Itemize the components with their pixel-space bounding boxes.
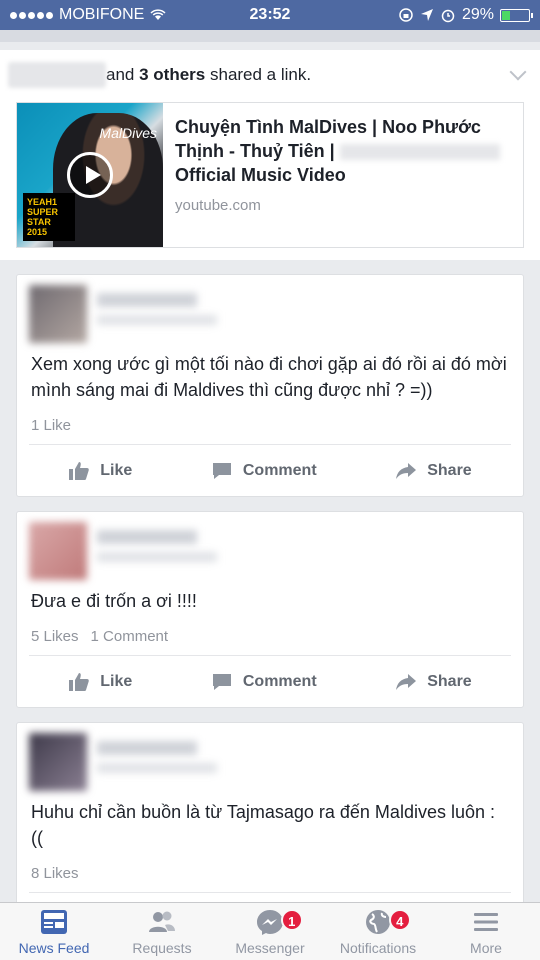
comment-header (17, 512, 523, 584)
tab-bar: News Feed Requests Messenger 1 Notificat… (0, 902, 540, 960)
share-label: Share (427, 461, 472, 479)
comment-button[interactable]: Comment (211, 672, 317, 692)
link-info: Chuyện Tình MalDives | Noo Phước Thịnh -… (163, 103, 523, 247)
rotation-lock-icon (399, 8, 413, 22)
comment-stats: 5 Likes 1 Comment (17, 622, 523, 655)
share-button[interactable]: Share (395, 461, 472, 481)
tab-messenger[interactable]: Messenger 1 (216, 903, 324, 960)
tab-label: Requests (132, 940, 192, 956)
comment-meta (97, 285, 217, 337)
avatar[interactable] (29, 522, 87, 580)
action-bar: Like Comment Share (29, 655, 511, 707)
thumbs-up-icon (69, 461, 90, 480)
like-button[interactable]: Like (68, 461, 132, 481)
like-label: Like (100, 461, 133, 479)
thumbs-up-icon (69, 672, 90, 691)
news-feed-icon (41, 910, 67, 934)
share-icon (396, 462, 417, 479)
battery-icon (500, 8, 533, 22)
link-preview[interactable]: MalDives YEAH1 SUPER STAR 2015 Chuyện Tì… (16, 102, 524, 248)
tab-news-feed[interactable]: News Feed (0, 903, 108, 960)
comment-text: Xem xong ước gì một tối nào đi chơi gặp … (31, 354, 507, 400)
video-thumbnail[interactable]: MalDives YEAH1 SUPER STAR 2015 (17, 103, 163, 247)
tab-label: Notifications (339, 940, 417, 956)
tab-requests[interactable]: Requests (108, 903, 216, 960)
blurred-text (339, 144, 500, 161)
link-title[interactable]: Chuyện Tình MalDives | Noo Phước Thịnh -… (175, 115, 513, 187)
status-left: MOBIFONE (10, 6, 166, 24)
tab-more[interactable]: More (432, 903, 540, 960)
like-count[interactable]: 8 Likes (31, 865, 79, 882)
like-count[interactable]: 1 Like (31, 417, 71, 434)
comment-count[interactable]: 1 Comment (91, 628, 169, 645)
story-suffix: shared a link. (209, 65, 312, 84)
action-bar: Like Comment Share (29, 892, 511, 902)
story-prefix: and (106, 65, 135, 84)
news-feed[interactable]: and 3 others shared a link. MalDives YEA… (0, 42, 540, 902)
tab-label: More (470, 940, 502, 956)
status-right: 29% (398, 6, 533, 24)
comment-meta (97, 733, 217, 785)
signal-icon (10, 11, 53, 19)
action-bar: Like Comment Share (29, 444, 511, 496)
carrier-name: MOBIFONE (59, 6, 145, 23)
comment-meta (97, 522, 217, 574)
shared-story: and 3 others shared a link. MalDives YEA… (0, 50, 540, 260)
wifi-icon (150, 9, 166, 20)
tab-notifications[interactable]: Notifications 4 (324, 903, 432, 960)
link-title-line2: Thịnh - Thuỷ Tiên | (175, 141, 335, 161)
share-icon (396, 673, 417, 690)
messenger-badge: 1 (280, 909, 303, 931)
location-icon (420, 9, 433, 21)
sharer-name[interactable] (8, 62, 106, 88)
comment-text: Huhu chỉ cần buồn là từ Tajmasago ra đến… (31, 802, 495, 848)
comment-label: Comment (242, 461, 317, 479)
others-link[interactable]: 3 others (139, 65, 205, 85)
play-icon[interactable] (67, 152, 113, 198)
thumbnail-title: MalDives (99, 125, 157, 141)
comment-stats: 8 Likes (17, 859, 523, 892)
comment-text: Đưa e đi trốn a ơi !!!! (31, 591, 197, 611)
thumbnail-badge: YEAH1 SUPER STAR 2015 (23, 193, 75, 241)
link-domain: youtube.com (175, 197, 261, 214)
like-button[interactable]: Like (68, 672, 132, 692)
comment-button[interactable]: Comment (211, 461, 317, 481)
comment-card: Huhu chỉ cần buồn là từ Tajmasago ra đến… (16, 722, 524, 902)
friend-requests-icon (149, 911, 175, 932)
status-bar: MOBIFONE 23:52 29% (0, 0, 540, 30)
share-label: Share (427, 672, 472, 690)
avatar[interactable] (29, 285, 87, 343)
link-title-line3: Official Music Video (175, 165, 346, 185)
story-header: and 3 others shared a link. (0, 50, 540, 94)
comment-label: Comment (242, 672, 317, 690)
header-divider (0, 30, 540, 42)
alarm-icon (441, 9, 455, 23)
comment-icon (212, 673, 231, 690)
comment-stats: 1 Like (17, 411, 523, 444)
tab-label: Messenger (235, 940, 305, 956)
notifications-badge: 4 (388, 909, 411, 931)
like-label: Like (100, 672, 133, 690)
avatar[interactable] (29, 733, 87, 791)
comment-card: Xem xong ước gì một tối nào đi chơi gặp … (16, 274, 524, 497)
comment-header (17, 723, 523, 795)
comment-icon (212, 462, 231, 479)
tab-label: News Feed (18, 940, 90, 956)
comment-card: Đưa e đi trốn a ơi !!!! 5 Likes 1 Commen… (16, 511, 524, 708)
battery-percent: 29% (461, 6, 494, 23)
like-count[interactable]: 5 Likes (31, 628, 79, 645)
comment-header (17, 275, 523, 347)
share-button[interactable]: Share (395, 672, 472, 692)
link-title-line1: Chuyện Tình MalDives | Noo Phước (175, 117, 481, 137)
hamburger-menu-icon (474, 913, 498, 931)
chevron-down-icon[interactable] (509, 63, 527, 81)
